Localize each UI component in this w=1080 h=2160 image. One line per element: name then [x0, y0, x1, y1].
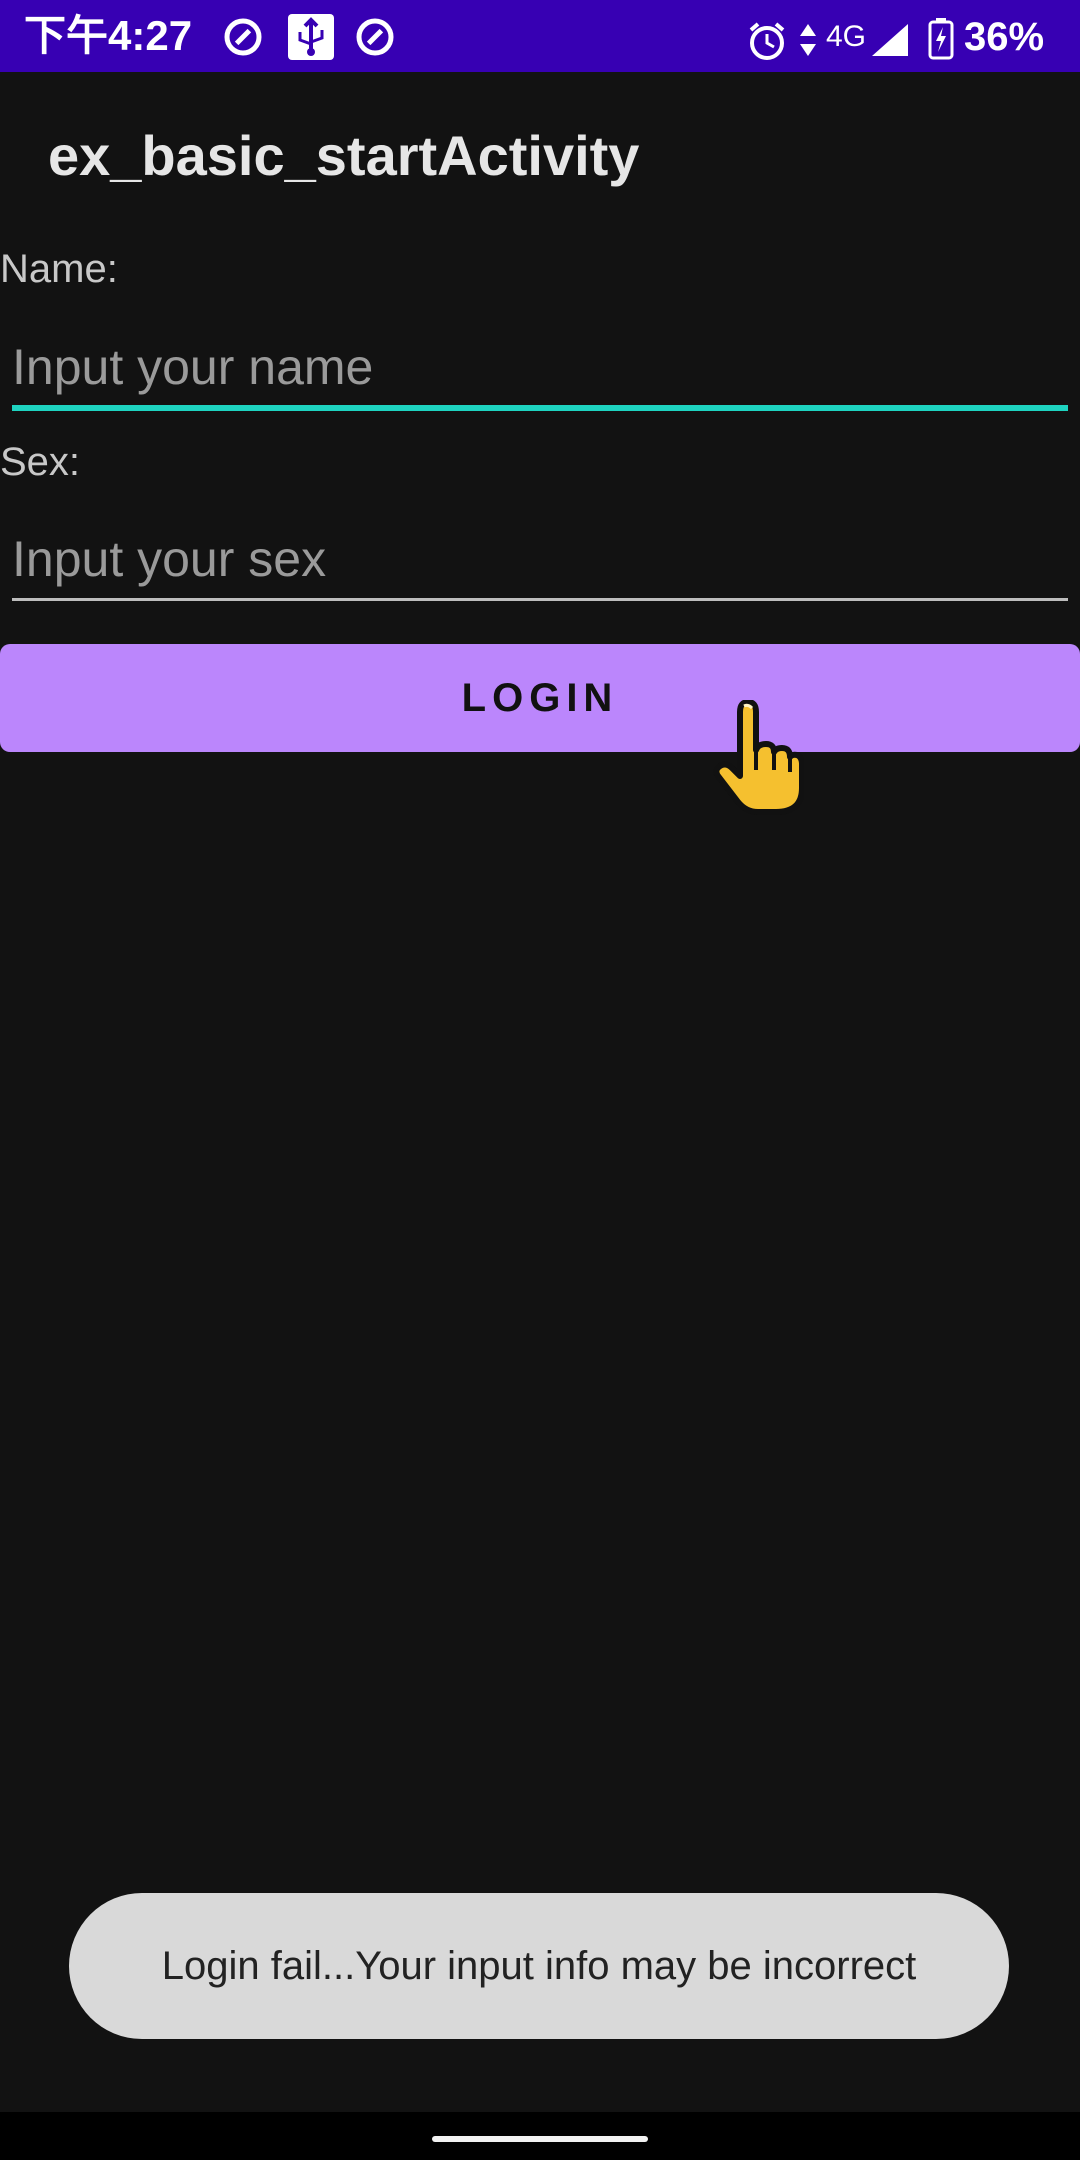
name-input-underline [12, 405, 1068, 411]
app-bar: ex_basic_startActivity [0, 72, 1080, 242]
name-label: Name: [0, 247, 118, 291]
toast-text: Login fail...Your input info may be inco… [161, 1944, 917, 1988]
login-button[interactable]: LOGIN [0, 644, 1080, 752]
sex-input-underline [12, 598, 1068, 601]
app-screen: 下午4:27 4G 36% ex_basic_startActivity Nam… [0, 0, 1080, 2160]
battery-charging-icon [928, 18, 954, 65]
usb-icon [288, 14, 334, 65]
login-button-label: LOGIN [461, 675, 619, 720]
status-bar: 下午4:27 4G 36% [0, 0, 1080, 72]
signal-icon [870, 22, 910, 63]
home-indicator[interactable] [432, 2136, 648, 2142]
network-type: 4G [826, 20, 867, 53]
battery-percent: 36% [964, 15, 1045, 59]
vpn-circle-icon [354, 16, 396, 63]
alarm-icon [746, 20, 788, 67]
pointer-hand-icon [712, 699, 805, 816]
vpn-circle-icon [222, 16, 264, 63]
navigation-bar [0, 2112, 1080, 2160]
app-title: ex_basic_startActivity [48, 124, 640, 187]
name-input[interactable] [12, 334, 1068, 400]
sex-input[interactable] [12, 526, 1068, 592]
sex-label: Sex: [0, 440, 81, 484]
data-arrows-icon [798, 22, 818, 63]
status-time: 下午4:27 [24, 12, 193, 59]
toast-message: Login fail...Your input info may be inco… [69, 1893, 1009, 2039]
